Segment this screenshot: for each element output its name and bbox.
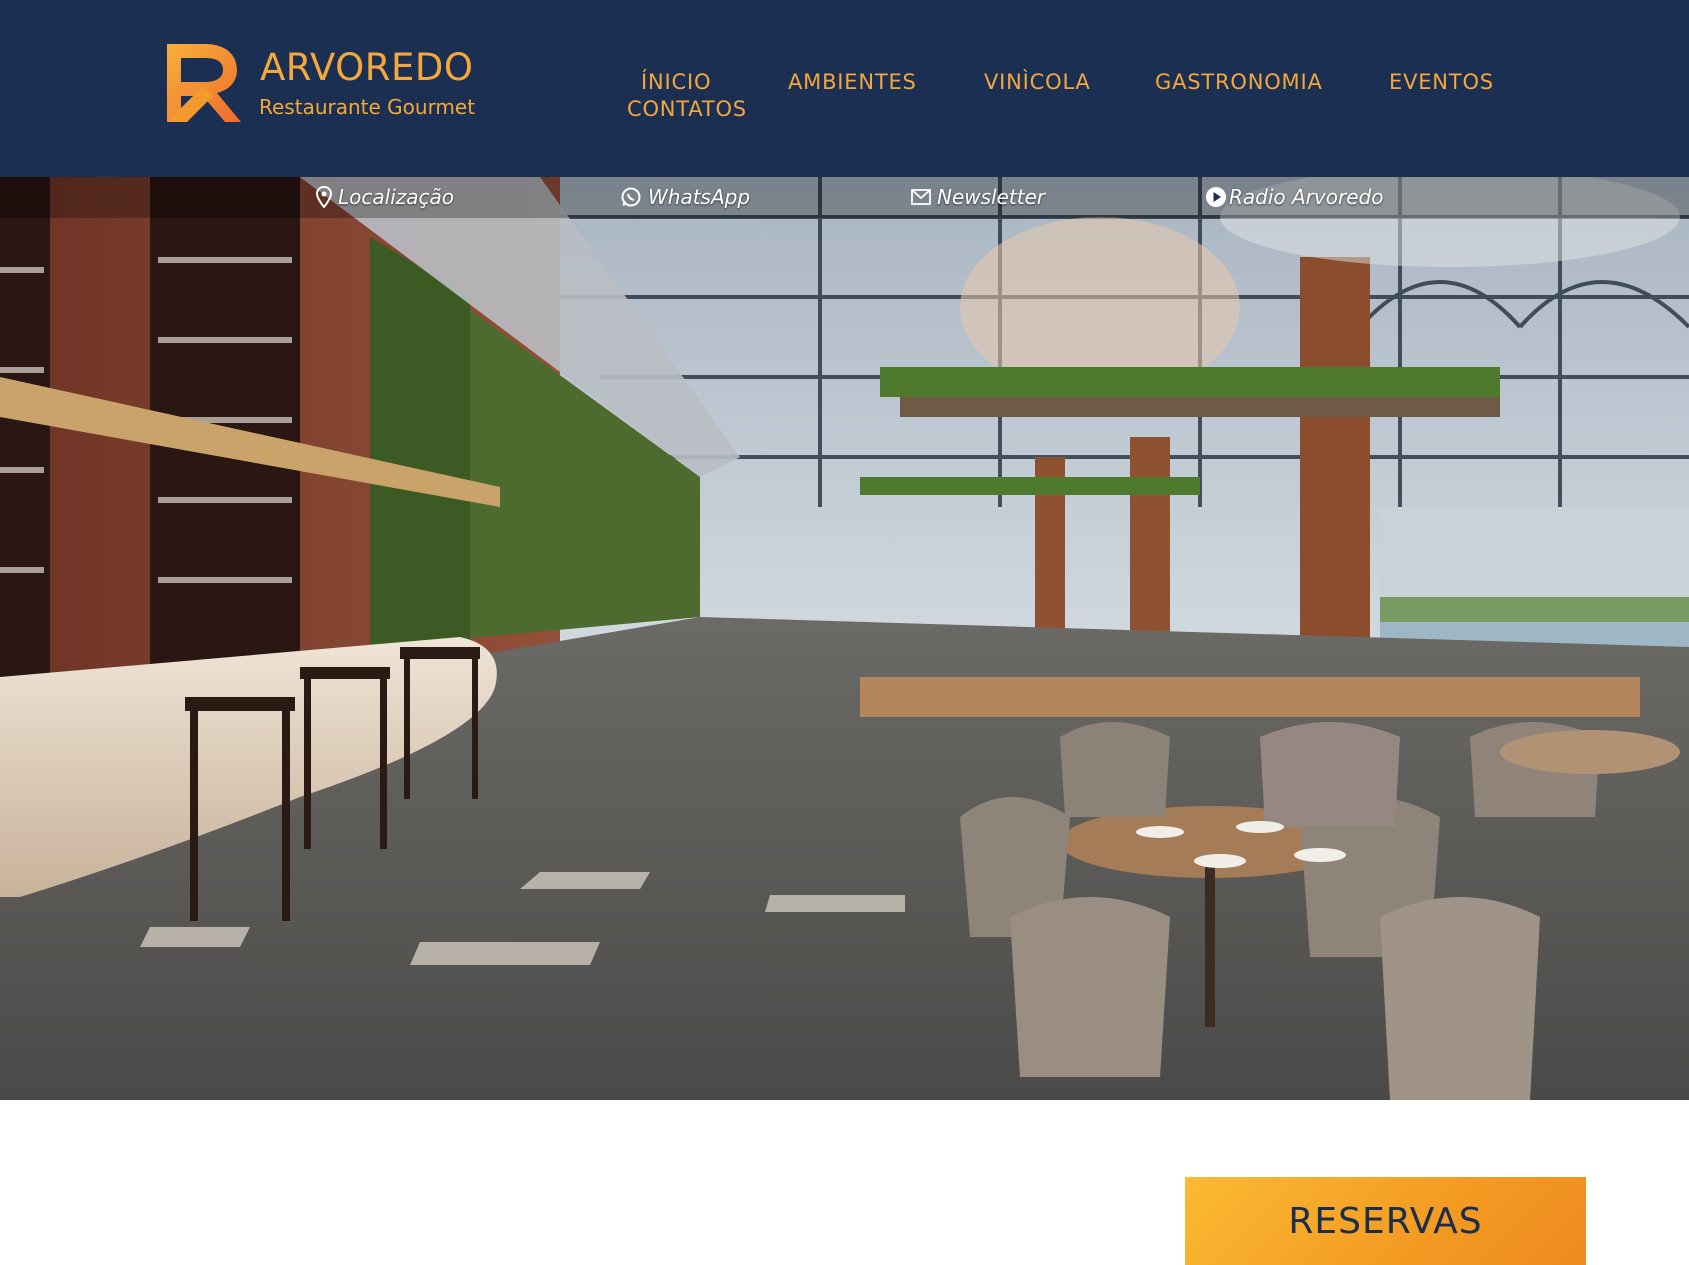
location-link[interactable]: Localização (316, 183, 454, 211)
whatsapp-link[interactable]: WhatsApp (620, 183, 750, 211)
newsletter-label: Newsletter (937, 185, 1046, 209)
brand-logo[interactable]: ARVOREDO Restaurante Gourmet (155, 40, 495, 130)
newsletter-link[interactable]: Newsletter (911, 183, 1045, 211)
play-icon (1206, 187, 1226, 207)
nav-item-ambientes[interactable]: AMBIENTES (788, 70, 917, 94)
logo-r-mark-icon (167, 44, 241, 122)
location-label: Localização (338, 185, 454, 209)
brand-tagline: Restaurante Gourmet (259, 95, 476, 119)
hero-banner: Localização WhatsApp Newsletter Radio Ar… (0, 177, 1689, 1100)
quick-links-bar: Localização WhatsApp Newsletter Radio Ar… (0, 177, 1689, 218)
radio-link[interactable]: Radio Arvoredo (1205, 183, 1383, 211)
radio-label: Radio Arvoredo (1229, 185, 1384, 209)
whatsapp-icon (621, 187, 641, 207)
brand-name: ARVOREDO (260, 46, 474, 89)
nav-item-inicio[interactable]: ÍNICIO (641, 70, 711, 94)
envelope-icon (911, 189, 931, 205)
site-header: ARVOREDO Restaurante Gourmet ÍNICIO AMBI… (0, 0, 1689, 177)
whatsapp-label: WhatsApp (648, 185, 751, 209)
map-pin-icon (316, 186, 332, 208)
nav-item-eventos[interactable]: EVENTOS (1389, 70, 1494, 94)
nav-item-contatos[interactable]: CONTATOS (627, 97, 747, 121)
reservations-button[interactable]: RESERVAS (1185, 1177, 1586, 1265)
nav-item-gastronomia[interactable]: GASTRONOMIA (1155, 70, 1323, 94)
hero-restaurant-image (0, 177, 1689, 1100)
nav-item-vinicola[interactable]: VINÌCOLA (984, 70, 1091, 94)
